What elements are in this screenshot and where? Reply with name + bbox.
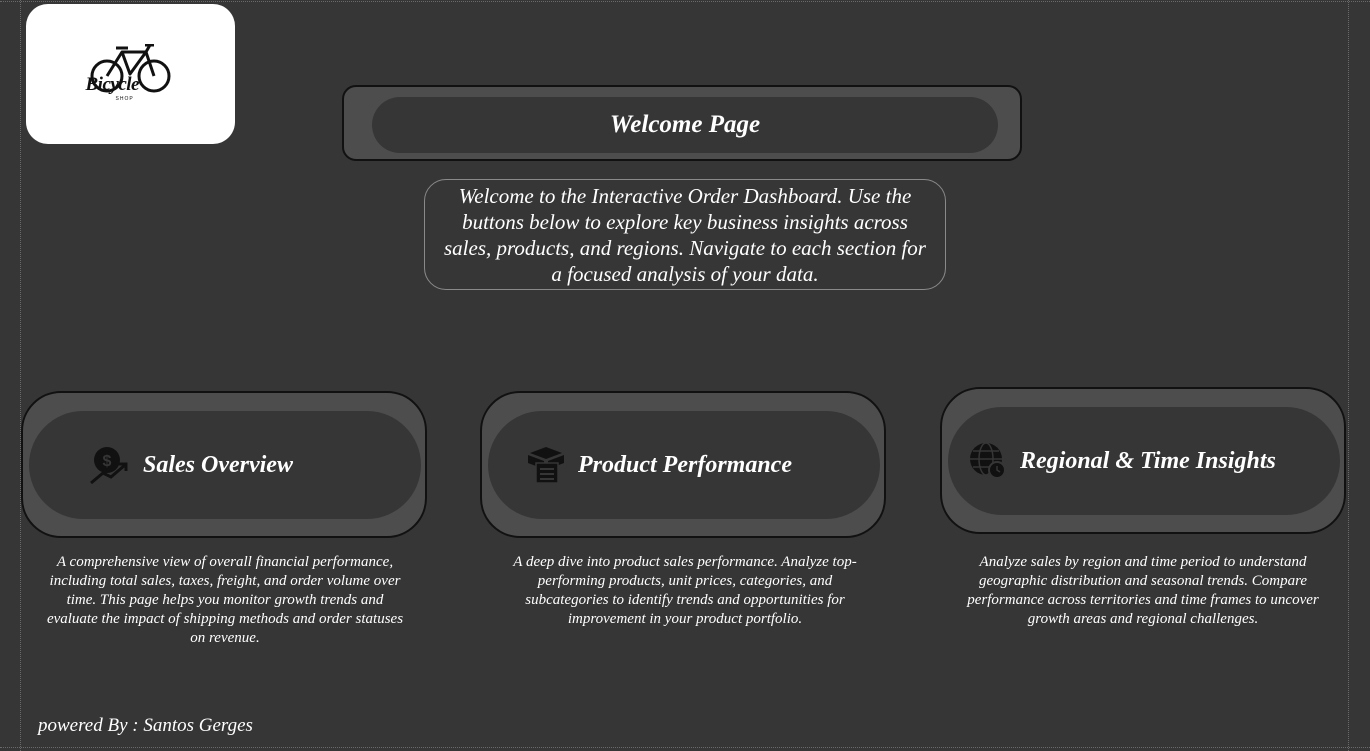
- product-performance-pill[interactable]: Product Performance: [488, 411, 880, 519]
- logo-mark: Bicycle SHOP: [86, 44, 176, 104]
- svg-text:$: $: [103, 453, 112, 470]
- intro-box: Welcome to the Interactive Order Dashboa…: [424, 179, 946, 290]
- frame-border-top: [0, 1, 1370, 2]
- logo-brand-text: Bicycle: [85, 74, 140, 95]
- page-title: Welcome Page: [609, 111, 761, 138]
- regional-time-insights-button[interactable]: Regional & Time Insights: [940, 387, 1346, 534]
- frame-border-left: [20, 0, 21, 751]
- sales-overview-description: A comprehensive view of overall financia…: [46, 554, 404, 646]
- intro-text: Welcome to the Interactive Order Dashboa…: [444, 183, 926, 286]
- frame-border-bottom: [0, 747, 1370, 748]
- sales-overview-label: Sales Overview: [143, 451, 293, 478]
- product-box-icon: [526, 445, 566, 485]
- money-growth-icon: $: [89, 445, 129, 485]
- logo: Bicycle SHOP: [26, 4, 235, 144]
- globe-clock-icon: [968, 441, 1008, 481]
- regional-time-insights-description: Analyze sales by region and time period …: [967, 554, 1319, 627]
- page-title-pill: Welcome Page: [372, 97, 998, 153]
- regional-time-insights-pill[interactable]: Regional & Time Insights: [948, 407, 1340, 515]
- regional-time-insights-label: Regional & Time Insights: [1020, 447, 1276, 474]
- powered-by-footer: powered By : Santos Gerges: [38, 715, 253, 736]
- product-performance-label: Product Performance: [578, 451, 792, 478]
- sales-overview-pill[interactable]: $ Sales Overview: [29, 411, 421, 519]
- sales-overview-button[interactable]: $ Sales Overview: [21, 391, 427, 538]
- frame-border-right: [1348, 0, 1349, 751]
- page-title-banner: Welcome Page: [342, 85, 1022, 161]
- logo-sub-text: SHOP: [115, 96, 134, 102]
- product-performance-description: A deep dive into product sales performan…: [513, 554, 857, 627]
- dashboard-page: Bicycle SHOP Welcome Page Welcome to the…: [0, 0, 1370, 751]
- product-performance-button[interactable]: Product Performance: [480, 391, 886, 538]
